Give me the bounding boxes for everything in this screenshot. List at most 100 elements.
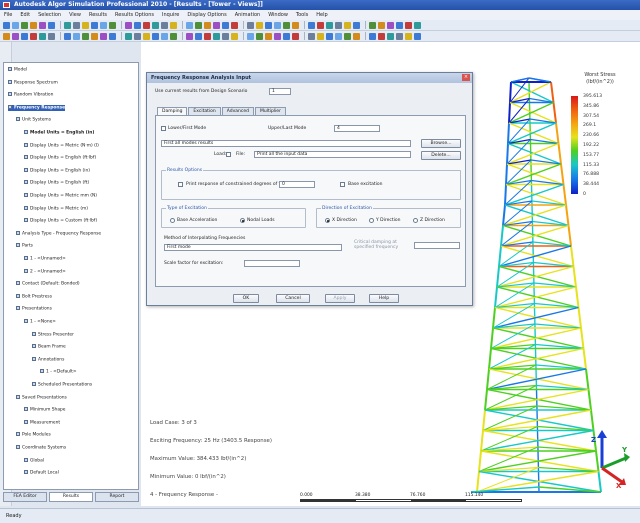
toolbar-button-icon[interactable] xyxy=(152,21,159,29)
toolbar-button-icon[interactable] xyxy=(353,32,360,40)
toolbar-button-icon[interactable] xyxy=(396,21,403,29)
toolbar-button-icon[interactable] xyxy=(317,21,324,29)
toolbar-button-icon[interactable] xyxy=(369,21,376,29)
toolbar-button-icon[interactable] xyxy=(39,32,46,40)
toolbar-button-icon[interactable] xyxy=(247,32,254,40)
menu-item-window[interactable]: Window xyxy=(268,12,288,18)
toolbar-button-icon[interactable] xyxy=(21,21,28,29)
toolbar-button-icon[interactable] xyxy=(64,32,71,40)
menu-item-tools[interactable]: Tools xyxy=(296,12,308,18)
toolbar-button-icon[interactable] xyxy=(143,21,150,29)
toolbar-button-icon[interactable] xyxy=(170,21,177,29)
toolbar-button-icon[interactable] xyxy=(396,32,403,40)
toolbar-button-icon[interactable] xyxy=(231,32,238,40)
toolbar-button-icon[interactable] xyxy=(125,21,132,29)
toolbar-button-icon[interactable] xyxy=(256,32,263,40)
toolbar-button-icon[interactable] xyxy=(125,32,132,40)
tree-item[interactable]: Bolt Prestress xyxy=(16,293,52,300)
toolbar-button-icon[interactable] xyxy=(143,32,150,40)
base-accel-radio[interactable] xyxy=(170,218,175,223)
nodal-loads-radio[interactable] xyxy=(240,218,245,223)
toolbar-button-icon[interactable] xyxy=(204,21,211,29)
tab-fea-editor[interactable]: FEA Editor xyxy=(3,492,47,502)
tree-item[interactable]: Random Vibration xyxy=(8,92,53,98)
toolbar-button-icon[interactable] xyxy=(414,32,421,40)
toolbar-button-icon[interactable] xyxy=(30,21,37,29)
toolbar-button-icon[interactable] xyxy=(387,21,394,29)
apply-button[interactable]: Apply xyxy=(325,294,355,303)
toolbar-button-icon[interactable] xyxy=(82,32,89,40)
toolbar-button-icon[interactable] xyxy=(317,32,324,40)
toolbar-button-icon[interactable] xyxy=(109,21,116,29)
design-scenario-input[interactable]: 1 xyxy=(269,88,291,95)
tree-item[interactable]: Beam Frame xyxy=(32,344,66,350)
toolbar-button-icon[interactable] xyxy=(231,21,238,29)
toolbar-button-icon[interactable] xyxy=(21,32,28,40)
toolbar-button-icon[interactable] xyxy=(73,32,80,40)
menu-item-results-options[interactable]: Results Options xyxy=(115,12,154,18)
tree-item[interactable]: Response Spectrum xyxy=(8,79,58,86)
toolbar-button-icon[interactable] xyxy=(274,21,281,29)
toolbar-button-icon[interactable] xyxy=(405,32,412,40)
toolbar-button-icon[interactable] xyxy=(247,21,254,29)
tree-item[interactable]: Default Local xyxy=(24,470,59,476)
y-direction-radio[interactable] xyxy=(369,218,374,223)
toolbar-button-icon[interactable] xyxy=(195,32,202,40)
browser-tree[interactable]: Model Response Spectrum Random Vibration Fr… xyxy=(3,62,139,490)
tree-item[interactable]: Scheduled Presentations xyxy=(32,382,92,388)
tree-item[interactable]: Display Units = Metric mm (N) xyxy=(24,193,97,199)
menu-item-file[interactable]: File xyxy=(4,12,12,18)
toolbar-button-icon[interactable] xyxy=(161,32,168,40)
tab-results[interactable]: Results xyxy=(49,492,93,502)
z-direction-radio[interactable] xyxy=(413,218,418,223)
toolbar-button-icon[interactable] xyxy=(335,32,342,40)
menu-item-selection[interactable]: Selection xyxy=(38,12,61,18)
menu-item-help[interactable]: Help xyxy=(316,12,327,18)
print-response-input[interactable]: 0 xyxy=(279,181,315,188)
toolbar-button-icon[interactable] xyxy=(134,32,141,40)
toolbar-button-icon[interactable] xyxy=(292,21,299,29)
ok-button[interactable]: OK xyxy=(233,294,259,303)
tree-item[interactable]: Model xyxy=(8,67,27,73)
cancel-button[interactable]: Cancel xyxy=(276,294,310,303)
toolbar-button-icon[interactable] xyxy=(308,21,315,29)
toolbar-button-icon[interactable] xyxy=(378,21,385,29)
tree-item[interactable]: Display Units = English (ft·lbf) xyxy=(24,155,96,161)
tree-item[interactable]: Model Units = English (in) xyxy=(24,130,94,136)
file-input[interactable]: Print all the input data xyxy=(254,151,411,158)
toolbar-button-icon[interactable] xyxy=(134,21,141,29)
tree-item[interactable]: Measurement xyxy=(24,419,60,426)
load-checkbox[interactable] xyxy=(226,152,231,157)
tree-item[interactable]: Display Units = Metric (m) xyxy=(24,205,88,212)
toolbar-button-icon[interactable] xyxy=(12,21,19,29)
menu-item-view[interactable]: View xyxy=(69,12,81,18)
toolbar-button-icon[interactable] xyxy=(109,32,116,40)
toolbar-button-icon[interactable] xyxy=(405,21,412,29)
tree-item[interactable]: 1 - <Unnamed> xyxy=(24,256,66,262)
toolbar-button-icon[interactable] xyxy=(204,32,211,40)
tree-item[interactable]: Display Units = English (in) xyxy=(24,167,90,174)
scale-factor-input[interactable] xyxy=(244,260,300,267)
tree-item[interactable]: Stress Presenter xyxy=(32,331,74,338)
toolbar-button-icon[interactable] xyxy=(213,32,220,40)
tree-item[interactable]: Parts xyxy=(16,243,33,249)
toolbar-button-icon[interactable] xyxy=(82,21,89,29)
toolbar-button-icon[interactable] xyxy=(326,32,333,40)
tree-item[interactable]: Display Units = Custom (ft·lbf) xyxy=(24,218,97,224)
toolbar-button-icon[interactable] xyxy=(48,32,55,40)
tree-item[interactable]: Coordinate Systems xyxy=(16,445,66,451)
toolbar-button-icon[interactable] xyxy=(387,32,394,40)
x-direction-radio[interactable] xyxy=(325,218,330,223)
close-icon[interactable]: × xyxy=(462,74,470,81)
tree-item[interactable]: Unit Systems xyxy=(16,117,51,123)
toolbar-button-icon[interactable] xyxy=(344,21,351,29)
tree-item[interactable]: 1 - <None> xyxy=(24,319,56,325)
toolbar-button-icon[interactable] xyxy=(161,21,168,29)
toolbar-button-icon[interactable] xyxy=(30,32,37,40)
toolbar-button-icon[interactable] xyxy=(283,32,290,40)
toolbar-button-icon[interactable] xyxy=(326,21,333,29)
toolbar-button-icon[interactable] xyxy=(152,32,159,40)
toolbar-button-icon[interactable] xyxy=(353,21,360,29)
toolbar-button-icon[interactable] xyxy=(335,21,342,29)
interpolation-dropdown[interactable]: First mode xyxy=(164,244,342,251)
